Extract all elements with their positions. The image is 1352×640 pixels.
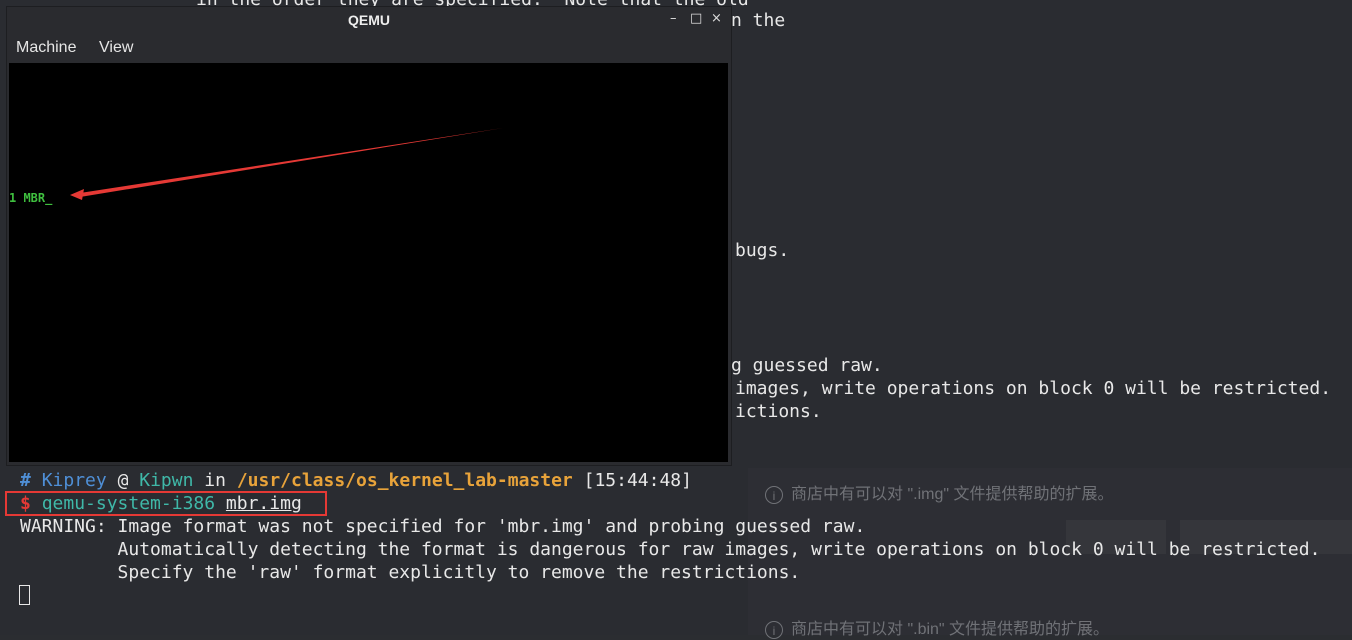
terminal-output-line: Specify the 'raw' format explicitly to r… [20,562,801,583]
terminal-output-line: WARNING: Image format was not specified … [20,516,866,537]
annotation-arrow-head [70,189,84,200]
prompt-path: /usr/class/os_kernel_lab-master [236,470,573,491]
prompt-in: in [204,470,226,491]
prompt-user: Kiprey [41,470,107,491]
prompt-at: @ [117,470,129,491]
terminal-output-line: Automatically detecting the format is da… [20,539,1321,560]
command-highlight-box [5,491,327,516]
terminal-prompt-line: # Kiprey @ Kipwn in /usr/class/os_kernel… [20,469,692,492]
prompt-time: [15:44:48] [583,470,692,491]
terminal-cursor[interactable] [19,585,30,605]
prompt-hash: # [20,470,31,491]
prompt-host: Kipwn [139,470,194,491]
annotation-arrow-shaft [80,128,503,197]
